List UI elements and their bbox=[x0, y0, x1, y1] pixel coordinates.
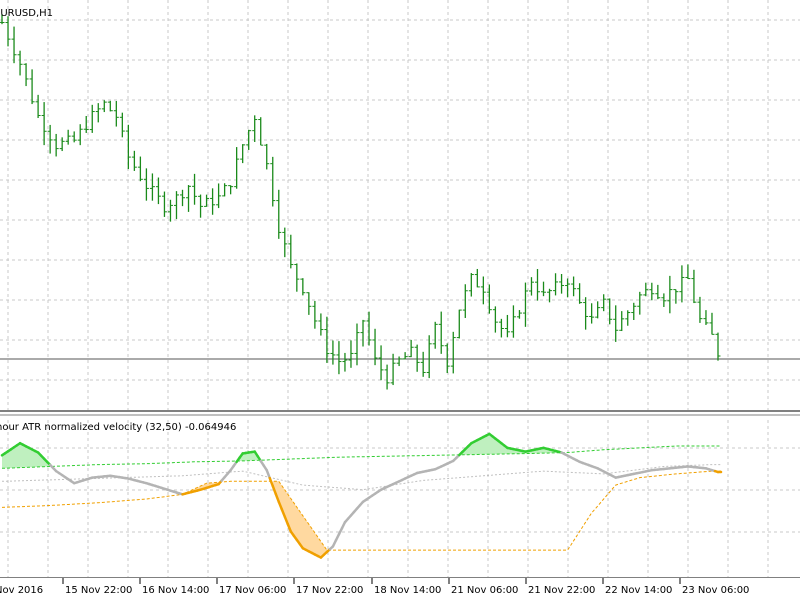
time-axis-label: 18 Nov 14:00 bbox=[374, 585, 441, 596]
indicator-lines bbox=[0, 432, 723, 559]
time-axis-label: 22 Nov 14:00 bbox=[605, 585, 672, 596]
time-axis-label: 21 Nov 06:00 bbox=[451, 585, 518, 596]
velocity-segment bbox=[268, 476, 275, 488]
time-axis-label: 17 Nov 06:00 bbox=[219, 585, 286, 596]
price-candles bbox=[0, 14, 800, 390]
chart-window[interactable]: EURUSD,H1 hour ATR normalized velocity (… bbox=[0, 0, 800, 600]
lower-band-line bbox=[1, 470, 721, 551]
upper-band-line bbox=[1, 445, 721, 469]
grid-lines bbox=[0, 0, 800, 578]
time-axis-label: Nov 2016 bbox=[0, 585, 43, 596]
time-axis-label: 16 Nov 14:00 bbox=[142, 585, 209, 596]
time-axis-label: 17 Nov 22:00 bbox=[296, 585, 363, 596]
time-axis-label: 21 Nov 22:00 bbox=[528, 585, 595, 596]
symbol-label: EURUSD,H1 bbox=[0, 8, 53, 19]
overbought-fill bbox=[462, 433, 562, 455]
time-axis: Nov 2016 15 Nov 22:00 16 Nov 14:00 17 Nov 0… bbox=[0, 578, 749, 596]
indicator-label: hour ATR normalized velocity (32,50) -0.… bbox=[0, 422, 236, 433]
time-axis-label: 23 Nov 06:00 bbox=[682, 585, 749, 596]
chart-canvas[interactable]: EURUSD,H1 hour ATR normalized velocity (… bbox=[0, 0, 800, 600]
time-axis-label: 15 Nov 22:00 bbox=[65, 585, 132, 596]
velocity-segment bbox=[265, 468, 271, 480]
